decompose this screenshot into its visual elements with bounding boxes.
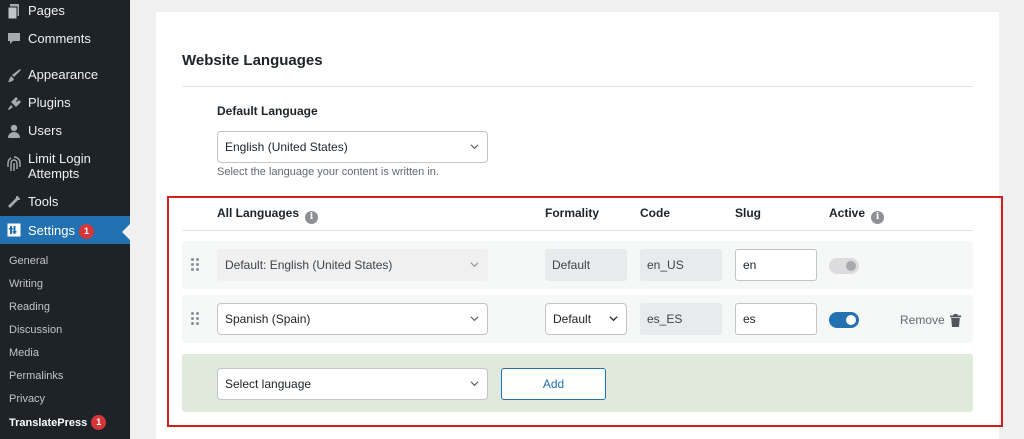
appearance-icon (6, 67, 22, 83)
default-language-help: Select the language your content is writ… (217, 166, 439, 178)
active-toggle (829, 258, 859, 274)
settings-icon (6, 222, 22, 238)
slug-input[interactable]: en (735, 249, 817, 281)
submenu-item-label: TranslatePress (9, 417, 88, 429)
sidebar-item-appearance[interactable]: Appearance (0, 67, 130, 87)
comments-icon (6, 31, 22, 47)
sidebar-item-label: Appearance (28, 67, 99, 82)
active-toggle[interactable] (829, 312, 859, 328)
default-language-heading: Default Language (217, 104, 318, 118)
users-icon (6, 123, 22, 139)
sidebar-item-label: Plugins (28, 95, 71, 110)
default-language-value: English (United States) (225, 140, 348, 154)
sidebar-item-label: Users (28, 123, 62, 138)
sidebar-item-pages[interactable]: Pages (0, 3, 130, 23)
chevron-down-icon (470, 381, 479, 387)
sidebar-item-label: Settings (28, 223, 75, 238)
trash-icon (949, 313, 961, 327)
admin-sidebar: Pages Comments Appearance Plugins Users … (0, 0, 130, 439)
slug-input[interactable]: es (735, 303, 817, 335)
code-value: es_ES (640, 303, 722, 335)
sidebar-item-users[interactable]: Users (0, 123, 130, 143)
sidebar-item-tools[interactable]: Tools (0, 194, 130, 214)
update-count-badge: 1 (91, 415, 107, 430)
current-menu-arrow (122, 224, 130, 240)
sidebar-item-label: Comments (28, 31, 91, 46)
drag-handle-icon[interactable] (191, 258, 199, 272)
fingerprint-icon (6, 156, 22, 172)
divider (182, 86, 973, 87)
column-header-formality: Formality (545, 206, 600, 220)
chevron-down-icon (609, 316, 618, 322)
code-value: en_US (640, 249, 722, 281)
sidebar-item-comments[interactable]: Comments (0, 31, 130, 51)
add-button[interactable]: Add (501, 368, 606, 400)
column-header-all-languages: All Languages i (217, 206, 319, 224)
sidebar-item-label: Tools (28, 194, 59, 209)
submenu-item-discussion[interactable]: Discussion (9, 323, 62, 337)
column-header-slug: Slug (735, 206, 761, 220)
chevron-down-icon (470, 262, 479, 268)
column-header-active: Active i (829, 206, 885, 224)
sidebar-item-plugins[interactable]: Plugins (0, 95, 130, 115)
sidebar-item-label: Pages (28, 3, 65, 18)
sidebar-item-limit-login-attempts[interactable]: Limit Login Attempts (0, 151, 130, 187)
plugins-icon (6, 95, 22, 111)
submenu-item-reading[interactable]: Reading (9, 300, 50, 314)
default-language-select[interactable]: English (United States) (217, 131, 488, 163)
language-select: Default: English (United States) (217, 249, 488, 281)
tools-icon (6, 194, 22, 210)
submenu-item-permalinks[interactable]: Permalinks (9, 369, 63, 383)
info-icon[interactable]: i (305, 211, 319, 224)
remove-language-button[interactable]: Remove (900, 313, 961, 327)
add-language-select[interactable]: Select language (217, 368, 488, 400)
language-select[interactable]: Spanish (Spain) (217, 303, 488, 335)
submenu-item-media[interactable]: Media (9, 346, 39, 360)
chevron-down-icon (470, 316, 479, 322)
info-icon[interactable]: i (871, 211, 885, 224)
drag-handle-icon[interactable] (191, 312, 199, 326)
update-count-badge: 1 (78, 224, 94, 239)
chevron-down-icon (470, 144, 479, 150)
divider (182, 230, 973, 231)
sidebar-item-label: Limit Login Attempts (28, 151, 91, 181)
submenu-item-translatepress[interactable]: TranslatePress 1 (9, 415, 107, 430)
formality-value: Default (545, 249, 627, 281)
submenu-item-writing[interactable]: Writing (9, 277, 43, 291)
submenu-item-general[interactable]: General (9, 254, 48, 268)
column-header-code: Code (640, 206, 670, 220)
pages-icon (6, 3, 22, 19)
submenu-item-privacy[interactable]: Privacy (9, 392, 45, 406)
section-title: Website Languages (182, 52, 323, 69)
formality-select[interactable]: Default (545, 303, 627, 335)
sidebar-item-settings[interactable]: Settings 1 (0, 216, 130, 244)
